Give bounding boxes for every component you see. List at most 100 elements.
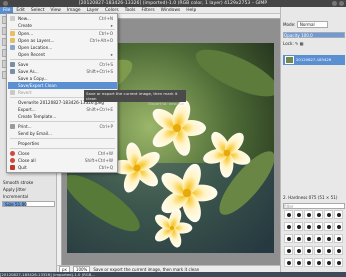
menu-item-shortcut: Ctrl+Alt+O (89, 38, 113, 43)
brush-icon[interactable] (314, 210, 323, 219)
mode-select[interactable]: Normal (296, 21, 328, 28)
menu-item-open-as-layers[interactable]: Open as Layers... Ctrl+Alt+O (8, 37, 117, 44)
menu-separator (10, 59, 115, 60)
menu-item-label: Send by Email... (18, 131, 52, 136)
size-slider[interactable]: Size 51.00 (2, 201, 55, 207)
status-bar: px 100% Save or export the current image, … (57, 265, 280, 274)
menu-item-export[interactable]: Export... Shift+Ctrl+E (8, 106, 117, 113)
new-icon (10, 16, 15, 21)
brush-icon[interactable] (334, 222, 343, 231)
menu-item-shortcut: Ctrl+O (98, 31, 113, 36)
mode-row: Mode: Normal (283, 21, 328, 28)
brush-icon[interactable] (284, 234, 293, 243)
menu-item-create[interactable]: Create ▸ (8, 22, 117, 29)
quit-icon (10, 165, 15, 170)
submenu-arrow-icon: ▸ (110, 52, 113, 57)
menu-item-close-all[interactable]: Close all Shift+Ctrl+W (8, 157, 117, 164)
brush-icon[interactable] (314, 234, 323, 243)
menu-item-save-export-clean[interactable]: Save/Export Clean (8, 82, 117, 89)
layer-thumbnail (285, 56, 294, 64)
brush-icon[interactable] (334, 210, 343, 219)
brush-icon[interactable] (324, 234, 333, 243)
window-maximize-icon[interactable] (339, 1, 344, 6)
menu-item-label: Save (18, 62, 29, 67)
brush-icon[interactable] (304, 258, 313, 267)
menu-item-label: Properties (18, 141, 40, 146)
menu-item-save-a-copy[interactable]: Save a Copy... (8, 75, 117, 82)
brush-icon[interactable] (304, 246, 313, 255)
menu-tools[interactable]: Tools (122, 7, 139, 14)
menu-item-close[interactable]: Close Ctrl+W (8, 150, 117, 157)
revert-icon (10, 90, 15, 95)
brush-icon[interactable] (294, 258, 303, 267)
menu-item-quit[interactable]: Quit Ctrl+Q (8, 164, 117, 171)
menu-item-open-location[interactable]: Open Location... (8, 44, 117, 51)
brush-icon[interactable] (304, 234, 313, 243)
smooth-stroke-option[interactable]: Smooth stroke (1, 179, 56, 186)
brush-icon[interactable] (324, 246, 333, 255)
lock-label: Lock: (283, 41, 294, 46)
close-icon (10, 151, 15, 156)
window-minimize-icon[interactable] (332, 1, 337, 6)
brush-icon[interactable] (334, 258, 343, 267)
print-icon (10, 124, 15, 129)
menu-item-label: Open Recent (18, 52, 45, 57)
menu-item-properties[interactable]: Properties (8, 140, 117, 147)
menu-item-print[interactable]: Print... Ctrl+P (8, 123, 117, 130)
lock-alpha-icon[interactable]: ▦ (300, 41, 304, 46)
submenu-arrow-icon: ▸ (110, 23, 113, 28)
brush-icon[interactable] (304, 210, 313, 219)
opacity-value: 100.0 (301, 33, 313, 38)
menu-item-open[interactable]: Open... Ctrl+O (8, 30, 117, 37)
brush-icon[interactable] (314, 222, 323, 231)
brush-icon[interactable] (324, 258, 333, 267)
brush-filter-input[interactable]: filter (283, 203, 345, 209)
menu-item-create-template[interactable]: Create Template... (8, 113, 117, 120)
brush-icon[interactable] (284, 222, 293, 231)
brush-icon[interactable] (334, 234, 343, 243)
taskbar-item[interactable]: [20120827-183426-13326] (imported)-1.0 (… (0, 272, 95, 277)
brush-icon[interactable] (294, 234, 303, 243)
menu-item-label: Open... (18, 31, 34, 36)
menu-item-shortcut: Ctrl+W (97, 151, 113, 156)
brush-icon[interactable] (324, 222, 333, 231)
menu-item-label: Create Template... (18, 114, 57, 119)
tooltip-text: Save or export the current image, then m… (86, 91, 178, 101)
brush-icon[interactable] (314, 258, 323, 267)
brush-icon[interactable] (284, 258, 293, 267)
menu-item-label: Close all (18, 158, 36, 163)
brush-grid (284, 210, 344, 270)
size-slider-label: Size (5, 202, 14, 207)
brush-icon[interactable] (294, 210, 303, 219)
brush-icon[interactable] (334, 246, 343, 255)
window-title: [20120827-183426-13326] (imported)-1.0 (… (78, 1, 268, 6)
brush-icon[interactable] (294, 222, 303, 231)
brush-icon[interactable] (314, 246, 323, 255)
brush-icon[interactable] (284, 210, 293, 219)
incremental-option[interactable]: Incremental (1, 193, 56, 200)
menu-help[interactable]: Help (183, 7, 199, 14)
tool-options: Smooth stroke Apply Jitter Incremental S… (1, 179, 56, 208)
menu-item-save-as[interactable]: Save As... Shift+Ctrl+S (8, 68, 117, 75)
menu-item-label: Revert (18, 90, 32, 95)
brush-icon[interactable] (304, 222, 313, 231)
brush-icon[interactable] (324, 210, 333, 219)
lock-pixels-icon[interactable]: ✎ (295, 41, 298, 46)
layer-item[interactable]: 20120827-183426 (283, 55, 345, 65)
menu-item-send-by-email[interactable]: Send by Email... (8, 130, 117, 137)
menu-item-save[interactable]: Save Ctrl+S (8, 61, 117, 68)
menu-item-new[interactable]: New... Ctrl+N (8, 15, 117, 22)
menu-windows[interactable]: Windows (158, 7, 184, 14)
window-close-icon[interactable] (3, 1, 8, 6)
menu-filters[interactable]: Filters (138, 7, 157, 14)
menu-tooltip: Save or export the current image, then m… (84, 90, 186, 106)
opacity-slider[interactable]: Opacity 100.0 (283, 32, 345, 38)
size-slider-value: 51.00 (14, 202, 27, 207)
apply-jitter-option[interactable]: Apply Jitter (1, 186, 56, 193)
brush-icon[interactable] (294, 246, 303, 255)
menu-item-open-recent[interactable]: Open Recent ▸ (8, 51, 117, 58)
menu-separator (10, 148, 115, 149)
brush-icon[interactable] (284, 246, 293, 255)
menu-item-label: Quit (18, 165, 27, 170)
menu-item-shortcut: Ctrl+P (99, 124, 114, 129)
